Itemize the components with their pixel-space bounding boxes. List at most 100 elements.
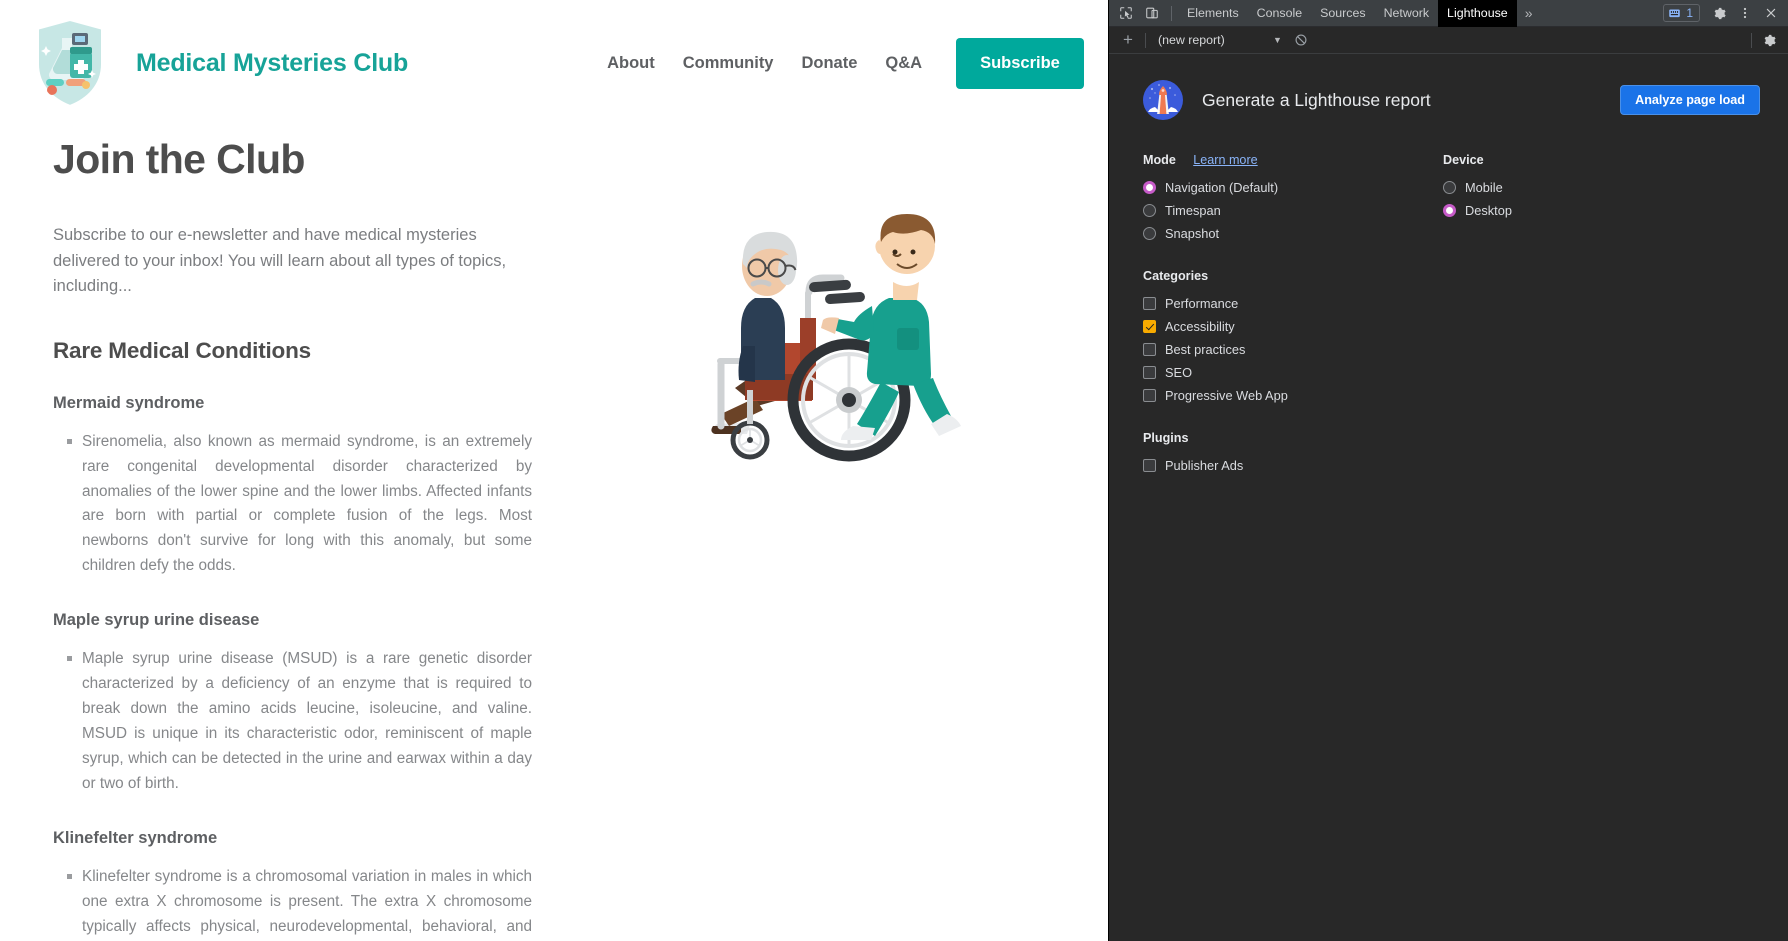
devtools-tabbar: Elements Console Sources Network Lightho… [1109,0,1788,27]
lighthouse-title: Generate a Lighthouse report [1202,89,1431,110]
checkbox-label: Accessibility [1165,319,1235,334]
nav-item-qa[interactable]: Q&A [871,54,936,73]
nav-item-donate[interactable]: Donate [787,54,871,73]
nav-item-community[interactable]: Community [669,54,788,73]
tab-elements[interactable]: Elements [1178,0,1248,27]
plugins-label: Plugins [1143,431,1189,445]
content-column: Join the Club Subscribe to our e-newslet… [30,118,565,941]
more-options-icon[interactable] [1732,0,1758,26]
intro-paragraph: Subscribe to our e-newsletter and have m… [53,226,507,296]
categories-label: Categories [1143,269,1209,283]
main-nav: About Community Donate Q&A Subscribe [593,37,1084,89]
checkbox-pwa[interactable]: Progressive Web App [1143,384,1754,407]
radio-label: Navigation (Default) [1165,180,1279,195]
checkbox-label: Publisher Ads [1165,458,1244,473]
device-toolbar-icon[interactable] [1139,0,1165,26]
medical-shield-badge-icon [30,16,110,110]
inspect-element-icon[interactable] [1113,0,1139,26]
mode-device-row: Mode Learn more Navigation (Default) Tim… [1109,153,1788,245]
checkbox-indicator [1143,343,1156,356]
checkbox-label: SEO [1165,365,1193,380]
nurse-wheelchair-illustration [657,178,987,468]
radio-indicator [1143,227,1156,240]
nav-item-about[interactable]: About [593,54,669,73]
radio-label: Desktop [1465,203,1512,218]
list-item: Sirenomelia, also known as mermaid syndr… [67,430,532,580]
tab-console[interactable]: Console [1248,0,1311,27]
condition-title-klinefelter: Klinefelter syndrome [53,828,218,847]
checkbox-performance[interactable]: Performance [1143,292,1754,315]
radio-label: Snapshot [1165,226,1220,241]
subbar-divider-right [1751,32,1752,48]
radio-label: Timespan [1165,203,1221,218]
checkbox-indicator [1143,459,1156,472]
tab-lighthouse[interactable]: Lighthouse [1438,0,1517,27]
chevron-down-icon: ▼ [1273,35,1282,45]
radio-mode-snapshot[interactable]: Snapshot [1143,222,1443,245]
radio-device-mobile[interactable]: Mobile [1443,176,1754,199]
radio-indicator [1443,204,1456,217]
close-icon[interactable] [1758,0,1784,26]
subbar-divider [1144,32,1146,48]
checkbox-label: Best practices [1165,342,1246,357]
checkbox-indicator [1143,366,1156,379]
radio-label: Mobile [1465,180,1503,195]
radio-indicator [1443,181,1456,194]
toolbar-divider [1171,5,1172,21]
clear-all-icon[interactable] [1288,33,1314,47]
lighthouse-logo-icon [1143,80,1183,120]
header-subscribe-button[interactable]: Subscribe [956,37,1084,89]
analyze-page-load-button[interactable]: Analyze page load [1620,85,1760,115]
lighthouse-start-view: Generate a Lighthouse report Analyze pag… [1109,54,1788,941]
categories-group: Categories Performance Accessibility Bes… [1109,269,1788,407]
condition-title-msud: Maple syrup urine disease [53,611,260,630]
tab-network[interactable]: Network [1375,0,1438,27]
web-page-viewport: Medical Mysteries Club About Community D… [0,0,1108,941]
mode-label: Mode [1143,153,1176,167]
site-header: Medical Mysteries Club About Community D… [0,0,1108,118]
gear-icon[interactable] [1706,0,1732,26]
learn-more-link[interactable]: Learn more [1193,153,1257,167]
checkbox-indicator [1143,297,1156,310]
checkbox-indicator [1143,320,1156,333]
checkbox-label: Performance [1165,296,1239,311]
list-item: Klinefelter syndrome is a chromosomal va… [67,865,532,941]
radio-indicator [1143,204,1156,217]
checkbox-seo[interactable]: SEO [1143,361,1754,384]
issues-badge[interactable]: 1 [1663,4,1700,22]
report-select[interactable]: (new report) ▼ [1150,33,1288,47]
device-group: Device Mobile Desktop [1443,153,1754,245]
condition-list-klinefelter: Klinefelter syndrome is a chromosomal va… [53,865,565,941]
mode-header: Mode Learn more [1143,153,1443,176]
page-title: Join the Club [53,136,305,182]
brand-logo[interactable]: Medical Mysteries Club [30,16,408,110]
brand-name: Medical Mysteries Club [136,48,409,77]
radio-indicator [1143,181,1156,194]
checkbox-accessibility[interactable]: Accessibility [1143,315,1754,338]
lighthouse-header: Generate a Lighthouse report Analyze pag… [1109,80,1788,120]
radio-device-desktop[interactable]: Desktop [1443,199,1754,222]
radio-mode-navigation[interactable]: Navigation (Default) [1143,176,1443,199]
checkbox-publisher-ads[interactable]: Publisher Ads [1143,454,1754,477]
tab-sources[interactable]: Sources [1311,0,1374,27]
device-header: Device [1443,153,1754,176]
condition-title-mermaid: Mermaid syndrome [53,393,205,412]
lighthouse-subbar: + (new report) ▼ [1109,27,1788,54]
checkbox-label: Progressive Web App [1165,388,1288,403]
gear-icon[interactable] [1756,27,1782,53]
more-tabs-icon[interactable]: » [1517,5,1541,21]
checkbox-best-practices[interactable]: Best practices [1143,338,1754,361]
mode-group: Mode Learn more Navigation (Default) Tim… [1143,153,1443,245]
plus-icon[interactable]: + [1115,30,1141,50]
condition-list-mermaid: Sirenomelia, also known as mermaid syndr… [53,430,565,580]
illustration-column [565,118,1078,941]
issues-icon [1669,8,1681,17]
radio-mode-timespan[interactable]: Timespan [1143,199,1443,222]
condition-list-msud: Maple syrup urine disease (MSUD) is a ra… [53,647,565,797]
page-content: Join the Club Subscribe to our e-newslet… [0,118,1108,941]
plugins-group: Plugins Publisher Ads [1109,431,1788,477]
device-label: Device [1443,153,1484,167]
section-title: Rare Medical Conditions [53,337,311,363]
app-root: Medical Mysteries Club About Community D… [0,0,1788,941]
devtools-panel: Elements Console Sources Network Lightho… [1108,0,1788,941]
